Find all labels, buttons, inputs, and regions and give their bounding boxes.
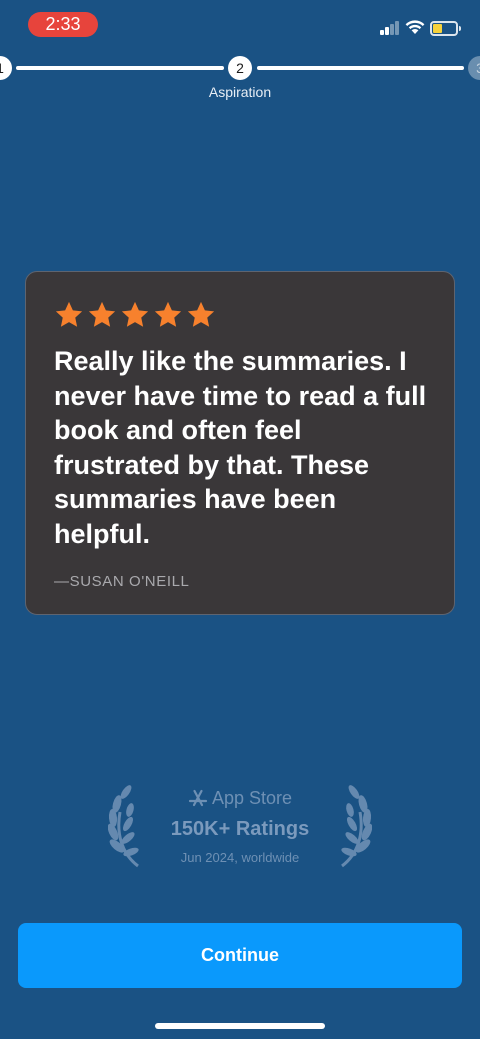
step-2-dot: 2 xyxy=(228,56,252,80)
cellular-signal-icon xyxy=(380,21,402,35)
step-2-connector xyxy=(257,66,464,70)
ratings-store-line: App Store xyxy=(100,788,380,809)
progress-stepper: 1 2 3 Aspiration xyxy=(0,54,480,104)
step-current-label: Aspiration xyxy=(208,84,272,100)
star-rating xyxy=(54,300,426,330)
step-1-dot: 1 xyxy=(0,56,12,80)
star-icon xyxy=(154,301,182,327)
ratings-date: Jun 2024, worldwide xyxy=(180,850,300,865)
app-store-ratings-badge: App Store 150K+ Ratings Jun 2024, worldw… xyxy=(100,780,380,875)
onboarding-screen: 2:33 1 2 3 Aspiration xyxy=(0,0,480,1039)
star-icon xyxy=(187,301,215,327)
review-author: —SUSAN O'NEILL xyxy=(54,573,190,590)
wifi-icon xyxy=(405,20,425,34)
battery-level xyxy=(433,24,442,33)
continue-button[interactable]: Continue xyxy=(18,923,462,988)
ratings-store-name: App Store xyxy=(211,788,293,808)
star-icon xyxy=(88,301,116,327)
status-time: 2:33 xyxy=(28,12,98,37)
star-icon xyxy=(55,301,83,327)
star-icon xyxy=(121,301,149,327)
home-indicator[interactable] xyxy=(155,1023,325,1029)
step-3-dot: 3 xyxy=(468,56,480,80)
app-store-icon xyxy=(188,789,208,807)
ratings-count: 150K+ Ratings xyxy=(170,818,310,840)
review-card: Really like the summaries. I never have … xyxy=(25,271,455,615)
battery-icon xyxy=(430,21,461,36)
step-1-connector xyxy=(16,66,224,70)
review-quote: Really like the summaries. I never have … xyxy=(54,346,427,549)
status-bar: 2:33 xyxy=(0,0,480,48)
